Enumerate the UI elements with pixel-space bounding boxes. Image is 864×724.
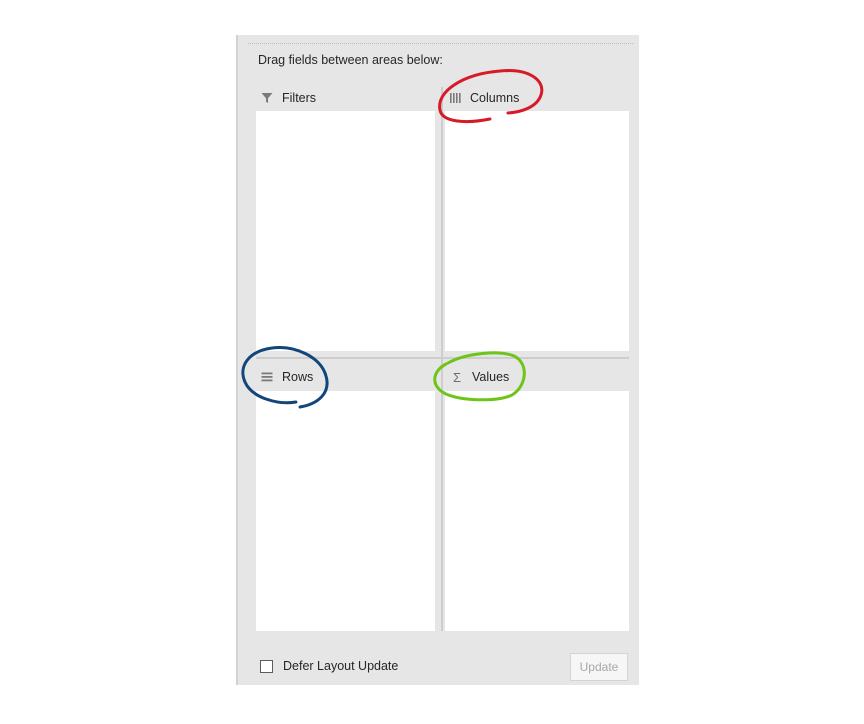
defer-layout-update-row[interactable]: Defer Layout Update	[260, 659, 398, 673]
rows-icon	[260, 370, 274, 384]
areas-instructions: Drag fields between areas below:	[258, 53, 443, 67]
filters-area-header: Filters	[260, 87, 316, 109]
screenshot-stage: Drag fields between areas below: Filters	[0, 0, 864, 724]
areas-horizontal-divider	[256, 357, 629, 359]
defer-layout-update-label[interactable]: Defer Layout Update	[283, 659, 398, 673]
sigma-icon: Σ	[452, 369, 462, 385]
filters-drop-area[interactable]	[256, 111, 435, 351]
defer-layout-update-checkbox[interactable]	[260, 659, 273, 673]
columns-icon	[448, 91, 462, 105]
columns-area-header: Columns	[448, 87, 519, 109]
filter-icon	[260, 91, 274, 105]
filters-area-label: Filters	[282, 91, 317, 105]
rows-area-label: Rows	[282, 370, 314, 384]
pivot-field-areas-panel: Drag fields between areas below: Filters	[236, 35, 639, 685]
values-drop-area[interactable]	[445, 391, 629, 631]
columns-area-label: Columns	[470, 91, 520, 105]
rows-drop-area[interactable]	[256, 391, 435, 631]
update-button[interactable]: Update	[570, 653, 628, 681]
panel-top-divider	[248, 43, 633, 44]
areas-vertical-divider	[441, 87, 443, 631]
values-area-label: Values	[472, 370, 510, 384]
values-area-header: Σ Values	[450, 366, 509, 388]
rows-area-header: Rows	[260, 366, 313, 388]
columns-drop-area[interactable]	[445, 111, 629, 351]
